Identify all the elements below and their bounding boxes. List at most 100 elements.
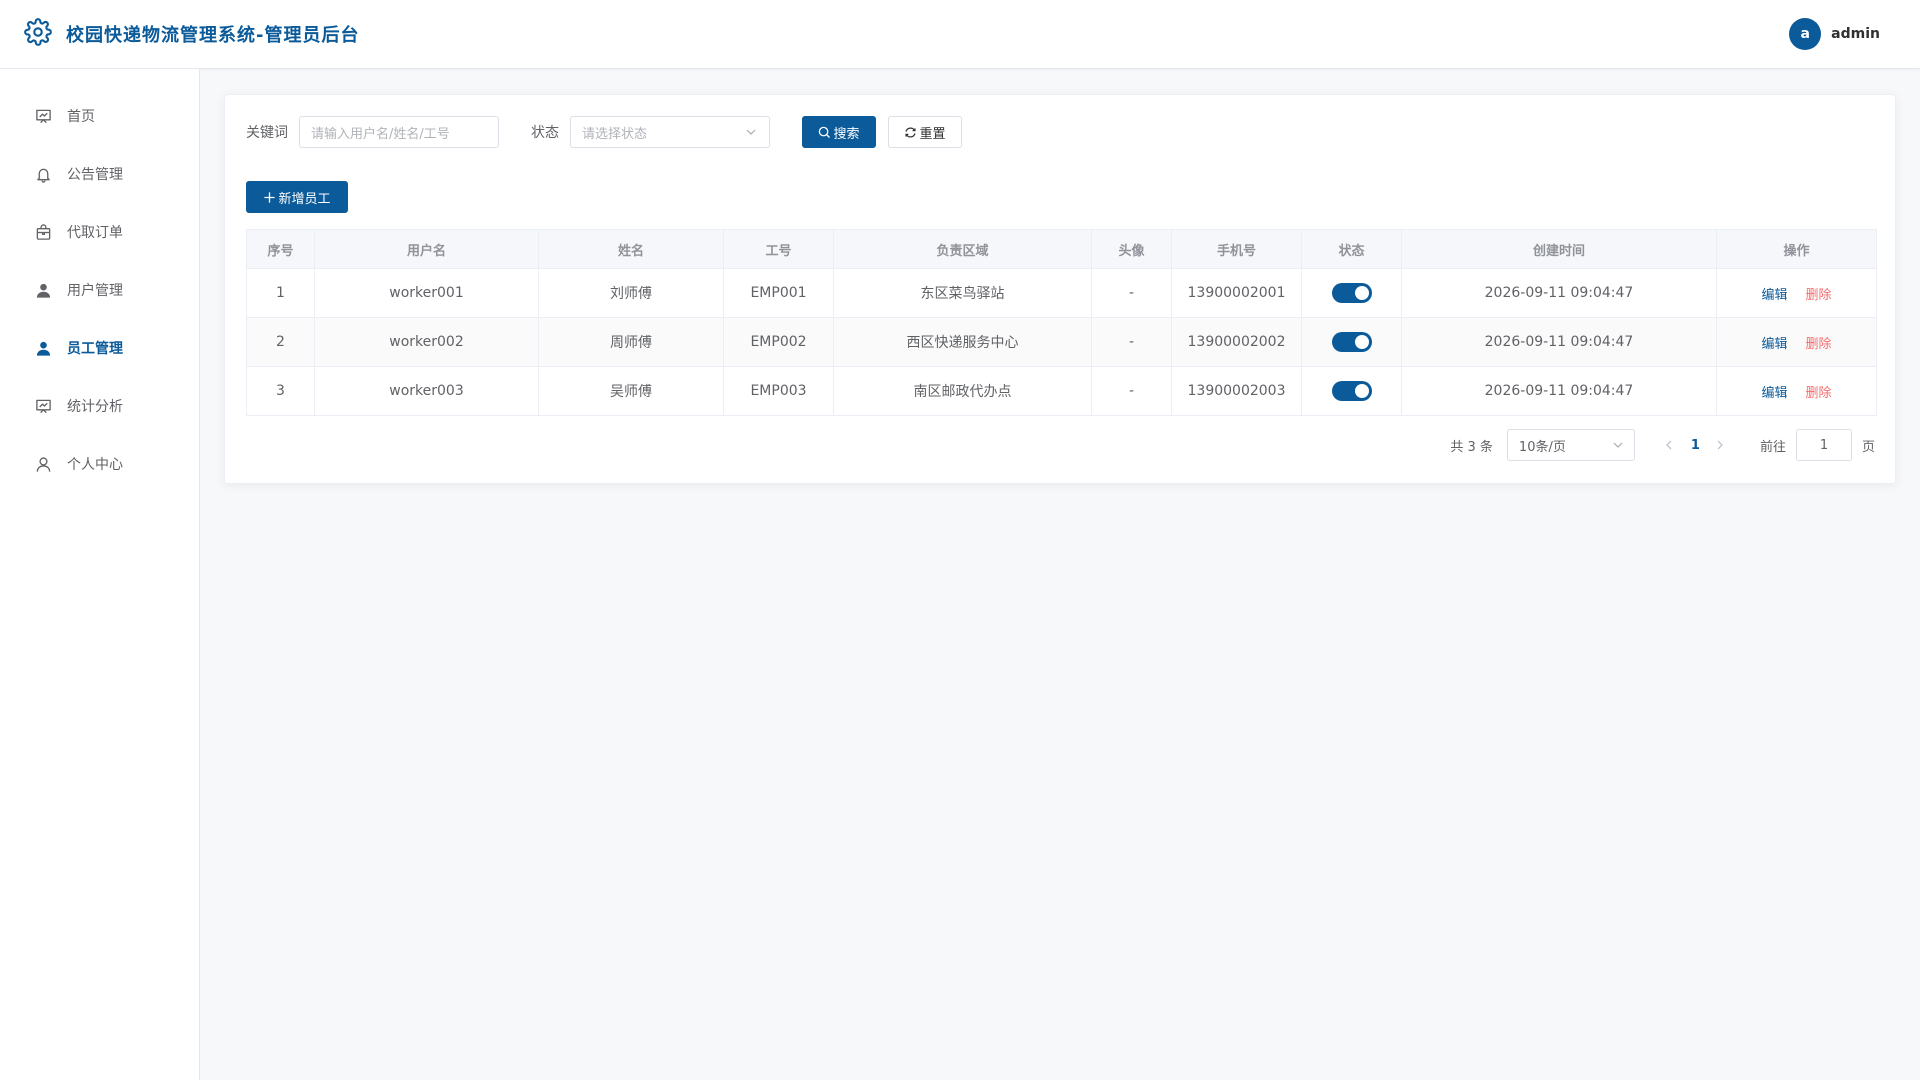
goto-label: 前往 (1759, 439, 1786, 455)
column-header: 负责区域 (833, 229, 1092, 269)
sidebar-item-label: 统计分析 (67, 399, 123, 415)
package-icon (34, 223, 52, 241)
status-select[interactable]: 请选择状态 (570, 116, 770, 148)
total-count: 共 3 条 (1450, 439, 1493, 455)
next-page-icon[interactable] (1714, 438, 1728, 452)
bell-icon (34, 165, 52, 183)
status-label: 状态 (531, 125, 559, 141)
cell-phone: 13900002002 (1171, 317, 1302, 367)
column-header: 手机号 (1171, 229, 1302, 269)
status-toggle[interactable] (1331, 332, 1372, 352)
column-header: 状态 (1301, 229, 1402, 269)
page-size-value: 10条/页 (1518, 439, 1566, 455)
logo: 校园快递物流管理系统-管理员后台 (24, 18, 359, 50)
sidebar-item-label: 首页 (67, 109, 95, 125)
goto-unit: 页 (1861, 439, 1875, 455)
sidebar-item-label: 用户管理 (67, 283, 123, 299)
delete-button[interactable]: 删除 (1806, 288, 1832, 303)
chevron-down-icon (745, 126, 757, 138)
column-header: 姓名 (538, 229, 724, 269)
add-employee-label: 新增员工 (278, 191, 331, 207)
cell-created: 2026-09-11 09:04:47 (1401, 317, 1717, 367)
table-row: 1 worker001 刘师傅 EMP001 东区菜鸟驿站 -13900002001 202… (246, 268, 1877, 318)
edit-button[interactable]: 编辑 (1761, 337, 1787, 352)
employee-table: 序号 用户名 姓名 工号 负责区域 头像 手机号 状态 创建时间 操作 1 worker001 刘师傅… (246, 229, 1877, 416)
goto-page-value: 1 (1819, 437, 1829, 453)
keyword-placeholder: 请输入用户名/姓名/工号 (311, 126, 450, 142)
table-header-row: 序号 用户名 姓名 工号 负责区域 头像 手机号 状态 创建时间 操作 (246, 229, 1877, 269)
column-header: 头像 (1091, 229, 1172, 269)
app-title: 校园快递物流管理系统-管理员后台 (66, 25, 360, 46)
chart-board-icon (34, 397, 52, 415)
column-header: 序号 (246, 229, 315, 269)
sidebar-item-label: 个人中心 (67, 457, 123, 473)
keyword-input[interactable]: 请输入用户名/姓名/工号 (299, 116, 499, 148)
cell-status (1301, 317, 1402, 367)
page-size-select[interactable]: 10条/页 (1506, 429, 1635, 461)
table-row: 2 worker002 周师傅 EMP002 西区快递服务中心 -13900002002 2… (246, 317, 1877, 367)
cell-index: 1 (246, 268, 315, 318)
sidebar-item-5[interactable]: 统计分析 (0, 377, 199, 435)
sidebar-item-1[interactable]: 公告管理 (0, 145, 199, 203)
cell-area: 南区邮政代办点 (833, 366, 1092, 416)
cell-created: 2026-09-11 09:04:47 (1401, 366, 1717, 416)
sidebar-item-4[interactable]: 员工管理 (0, 319, 199, 377)
user-icon (34, 339, 52, 357)
column-header: 创建时间 (1401, 229, 1717, 269)
sidebar-item-0[interactable]: 首页 (0, 87, 199, 145)
plus-icon (264, 191, 276, 203)
cell-name: 周师傅 (538, 317, 724, 367)
column-header: 工号 (723, 229, 834, 269)
edit-button[interactable]: 编辑 (1761, 386, 1787, 401)
cell-area: 东区菜鸟驿站 (833, 268, 1092, 318)
sidebar-item-3[interactable]: 用户管理 (0, 261, 199, 319)
avatar[interactable]: a (1789, 18, 1822, 50)
cell-status (1301, 268, 1402, 318)
cell-username: worker001 (314, 268, 539, 318)
cell-actions: 编辑 删除 (1716, 366, 1877, 416)
user-icon (34, 281, 52, 299)
user-menu[interactable]: a admin (1789, 18, 1880, 50)
username[interactable]: admin (1831, 26, 1880, 42)
delete-button[interactable]: 删除 (1806, 337, 1832, 352)
cell-emp-no: EMP003 (723, 366, 834, 416)
keyword-label: 关键词 (246, 125, 288, 141)
cell-created: 2026-09-11 09:04:47 (1401, 268, 1717, 318)
goto-page-input[interactable]: 1 (1795, 429, 1852, 461)
sidebar-item-label: 员工管理 (67, 341, 123, 357)
sidebar-item-2[interactable]: 代取订单 (0, 203, 199, 261)
cell-actions: 编辑 删除 (1716, 268, 1877, 318)
main-panel: 关键词 请输入用户名/姓名/工号 状态 请选择状态 搜索 重置 新增员工 序号 … (224, 94, 1896, 484)
delete-button[interactable]: 删除 (1806, 386, 1832, 401)
status-toggle[interactable] (1331, 283, 1372, 303)
sidebar-item-label: 代取订单 (67, 225, 123, 241)
cell-emp-no: EMP002 (723, 317, 834, 367)
search-button[interactable]: 搜索 (802, 116, 876, 148)
cell-username: worker003 (314, 366, 539, 416)
cell-name: 刘师傅 (538, 268, 724, 318)
table-row: 3 worker003 吴师傅 EMP003 南区邮政代办点 -13900002003 20… (246, 366, 1877, 416)
filter-bar: 关键词 请输入用户名/姓名/工号 状态 请选择状态 搜索 重置 (246, 116, 962, 148)
cell-index: 3 (246, 366, 315, 416)
reset-button[interactable]: 重置 (888, 116, 962, 148)
chart-board-icon (34, 107, 52, 125)
cell-avatar: - (1091, 317, 1172, 367)
top-header: 校园快递物流管理系统-管理员后台 a admin (0, 0, 1920, 69)
cell-area: 西区快递服务中心 (833, 317, 1092, 367)
prev-page-icon[interactable] (1663, 438, 1677, 452)
cell-emp-no: EMP001 (723, 268, 834, 318)
cell-status (1301, 366, 1402, 416)
cell-index: 2 (246, 317, 315, 367)
cell-username: worker002 (314, 317, 539, 367)
page-number-current[interactable]: 1 (1691, 438, 1700, 453)
search-label: 搜索 (833, 126, 860, 142)
status-toggle[interactable] (1331, 381, 1372, 401)
column-header: 操作 (1716, 229, 1877, 269)
reset-label: 重置 (919, 126, 946, 142)
edit-button[interactable]: 编辑 (1761, 288, 1787, 303)
sidebar-item-6[interactable]: 个人中心 (0, 435, 199, 493)
add-employee-button[interactable]: 新增员工 (246, 181, 348, 213)
sidebar: 首页公告管理代取订单用户管理员工管理统计分析个人中心 (0, 69, 200, 1080)
pagination: 共 3 条 10条/页 1 前往 1 页 (1450, 429, 1875, 461)
gear-icon (24, 18, 52, 50)
